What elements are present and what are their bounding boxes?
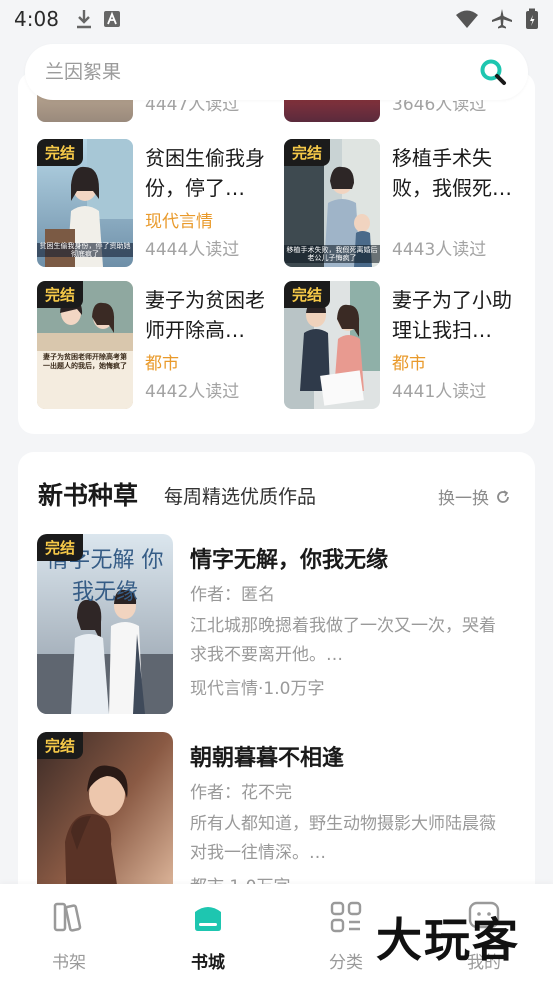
book-genre: 都市 — [145, 354, 179, 374]
book-readers: 4441人读过 — [392, 382, 487, 402]
completed-badge: 完结 — [284, 281, 331, 308]
completed-badge: 完结 — [37, 139, 84, 166]
watermark-logo: 大玩客 — [376, 913, 520, 967]
refresh-icon — [497, 489, 509, 503]
book-genre: 都市 — [392, 354, 426, 374]
tab-label: 书架 — [52, 953, 86, 973]
book-readers: 4443人读过 — [392, 240, 487, 260]
book-grid-card: 4447人读过 3646人读过 贫困生偷我身份，停了资助她彻底疯了 完结 贫困生… — [18, 72, 535, 434]
book-item[interactable]: 妻子为贫困老师开除高考第一出题人的我后，她悔疯了 完结 妻子为贫困老师开除高… … — [37, 281, 277, 409]
cover-caption: 移植手术失败，我假死离婚后老公儿子悔疯了 — [286, 246, 378, 262]
book-cover[interactable]: 情字无解 你我无缘 完结 — [37, 534, 173, 714]
book-description: 江北城那晚摁着我做了一次又一次，哭着求我不要离开他。… — [190, 616, 496, 665]
section-title: 新书种草 — [38, 481, 139, 510]
book-meta: 现代言情·1.0万字 — [190, 679, 325, 699]
tab-bookshelf[interactable]: 书架 — [29, 898, 109, 973]
book-cover[interactable]: 妻子为贫困老师开除高考第一出题人的我后，她悔疯了 完结 — [37, 281, 133, 409]
book-item[interactable]: 贫困生偷我身份，停了资助她彻底疯了 完结 贫困生偷我身份，停了… 现代言情 44… — [37, 139, 277, 267]
cover-caption: 贫困生偷我身份，停了资助她彻底疯了 — [39, 242, 131, 258]
completed-badge: 完结 — [37, 534, 84, 561]
completed-badge: 完结 — [37, 281, 84, 308]
book-readers: 4444人读过 — [145, 240, 240, 260]
book-title[interactable]: 朝朝暮暮不相逢 — [190, 740, 344, 772]
book-author: 作者：花不完 — [190, 783, 292, 803]
book-list-item[interactable]: 情字无解 你我无缘 完结 情字无解，你我无缘 作者：匿名 江北城那晚摁着我做了一… — [37, 534, 517, 714]
book-cover[interactable]: 完结 — [284, 281, 380, 409]
search-input[interactable] — [45, 61, 478, 83]
refresh-label: 换一换 — [438, 489, 489, 509]
wifi-icon — [456, 10, 478, 28]
font-icon — [103, 11, 120, 27]
bookshelf-icon — [53, 902, 82, 932]
tab-label: 书城 — [191, 953, 225, 973]
book-cover[interactable]: 移植手术失败，我假死离婚后老公儿子悔疯了 完结 — [284, 139, 380, 267]
battery-icon — [526, 8, 538, 29]
tab-label: 分类 — [329, 953, 363, 973]
status-time: 4:08 — [14, 7, 59, 31]
completed-badge: 完结 — [284, 139, 331, 166]
section-subtitle: 每周精选优质作品 — [164, 486, 317, 508]
book-readers: 4442人读过 — [145, 382, 240, 402]
book-title[interactable]: 移植手术失败，我假死… — [392, 143, 520, 203]
bookstore-icon — [195, 907, 221, 931]
search-icon[interactable] — [478, 57, 508, 87]
book-title[interactable]: 贫困生偷我身份，停了… — [145, 143, 273, 203]
book-title[interactable]: 妻子为了小助理让我扫… — [392, 285, 520, 345]
book-item[interactable]: 移植手术失败，我假死离婚后老公儿子悔疯了 完结 移植手术失败，我假死… 4443… — [284, 139, 524, 267]
download-icon — [76, 10, 91, 29]
book-cover[interactable]: 贫困生偷我身份，停了资助她彻底疯了 完结 — [37, 139, 133, 267]
refresh-button[interactable]: 换一换 — [438, 484, 511, 509]
airplane-icon — [492, 9, 512, 29]
cover-caption: 妻子为贫困老师开除高考第一出题人的我后，她悔疯了 — [43, 353, 127, 370]
new-books-card: 新书种草 每周精选优质作品 换一换 情字无解 你我无缘 完结 情字无解，你我无缘… — [18, 452, 535, 912]
book-title[interactable]: 情字无解，你我无缘 — [190, 542, 388, 574]
book-title[interactable]: 妻子为贫困老师开除高… — [145, 285, 273, 345]
book-author: 作者：匿名 — [190, 585, 275, 605]
completed-badge: 完结 — [37, 732, 84, 759]
category-icon — [330, 901, 362, 933]
tab-bookstore[interactable]: 书城 — [168, 898, 248, 973]
book-description: 所有人都知道，野生动物摄影大师陆晨薇对我一往情深。… — [190, 814, 496, 863]
search-bar[interactable] — [25, 44, 528, 100]
tab-category[interactable]: 分类 — [306, 898, 386, 973]
book-genre: 现代言情 — [145, 212, 213, 232]
book-item[interactable]: 完结 妻子为了小助理让我扫… 都市 4441人读过 — [284, 281, 524, 409]
status-bar: 4:08 — [0, 0, 553, 38]
